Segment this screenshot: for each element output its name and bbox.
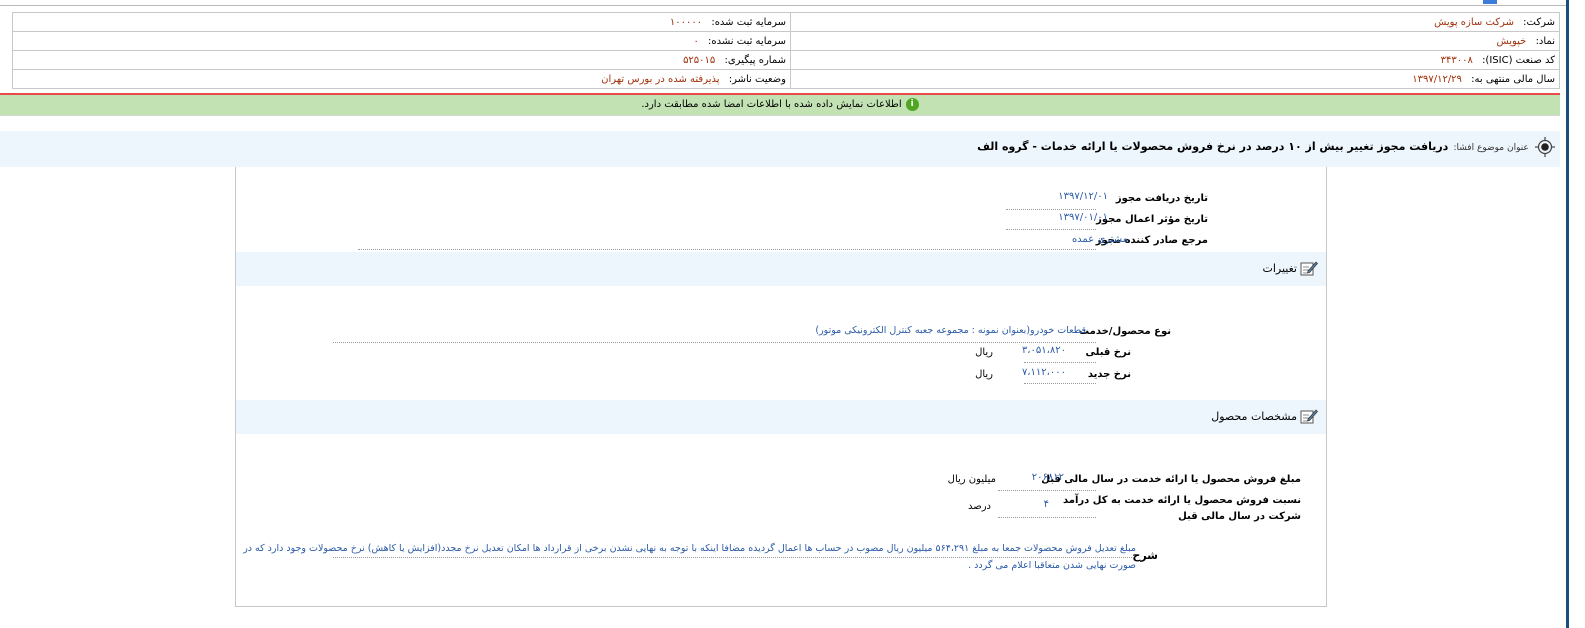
divider	[1006, 209, 1096, 210]
divider	[1006, 229, 1096, 230]
description-line-1: مبلغ تعدیل فروش محصولات جمعا به مبلغ ۵۶۴…	[243, 543, 1136, 554]
window-edge	[1566, 0, 1569, 628]
registered-capital-value: ۱۰۰۰۰۰	[669, 16, 703, 28]
changes-section-header: تغییرات	[236, 252, 1326, 286]
new-rate-value: ۷،۱۱۲،۰۰۰	[1021, 367, 1066, 378]
sales-ratio-row: نسبت فروش محصول یا ارائه خدمت به کل درآم…	[1063, 493, 1301, 525]
receive-date-value: ۱۳۹۷/۱۲/۰۱	[1058, 191, 1108, 202]
tracking-value: ۵۲۵۰۱۵	[683, 54, 716, 66]
unregistered-capital-label: سرمایه ثبت نشده:	[708, 35, 786, 47]
unregistered-capital-cell: سرمایه ثبت نشده: ۰	[12, 31, 791, 51]
tracking-label: شماره پیگیری:	[724, 54, 786, 66]
new-rate-label: نرخ جدید	[1087, 369, 1131, 380]
info-row: شرکت: شرکت سازه پویش سرمایه ثبت شده: ۱۰۰…	[12, 12, 1560, 32]
company-value: شرکت سازه پویش	[1434, 16, 1514, 28]
sales-amount-unit: میلیون ریال	[947, 474, 996, 485]
symbol-cell: نماد: خپویش	[790, 31, 1560, 51]
receive-date-row: تاریخ دریافت مجوز	[1116, 193, 1208, 204]
changes-title: تغییرات	[1262, 261, 1298, 275]
divider	[1024, 362, 1096, 363]
sales-ratio-label-line1: نسبت فروش محصول یا ارائه خدمت به کل درآم…	[1063, 495, 1301, 506]
publisher-status-cell: وضعیت ناشر: پذیرفته شده در بورس تهران	[12, 69, 791, 89]
sales-ratio-unit: درصد	[967, 501, 991, 512]
previous-rate-unit: ریال	[975, 347, 993, 358]
new-rate-row: نرخ جدید	[1088, 369, 1131, 380]
subject-header: عنوان موضوع افشا: دریافت مجوز تغییر بیش …	[0, 131, 1560, 167]
previous-rate-label: نرخ قبلی	[1085, 347, 1132, 358]
disclosure-content: تاریخ دریافت مجوز ۱۳۹۷/۱۲/۰۱ تاریخ مؤثر …	[235, 167, 1327, 607]
previous-rate-value: ۳،۰۵۱،۸۲۰	[1021, 345, 1066, 356]
company-cell: شرکت: شرکت سازه پویش	[790, 12, 1560, 32]
company-label: شرکت:	[1523, 16, 1555, 28]
effective-date-value: ۱۳۹۷/۰۱/۰۱	[1058, 212, 1108, 223]
sales-amount-value: ۲۰۶۸۱۲	[1031, 472, 1064, 483]
toolbar-tab-indicator[interactable]	[1483, 0, 1497, 4]
changes-title-wrap: تغییرات	[1263, 260, 1319, 276]
product-type-label: نوع محصول/خدمت	[1079, 326, 1171, 337]
isic-value: ۳۴۳۰۰۸	[1440, 54, 1473, 66]
info-row: سال مالی منتهی به: ۱۳۹۷/۱۲/۲۹ وضعیت ناشر…	[12, 69, 1560, 89]
fiscal-year-value: ۱۳۹۷/۱۲/۲۹	[1412, 73, 1462, 85]
product-type-value: قطعات خودرو(بعنوان نمونه : مجموعه جعبه ک…	[815, 325, 1086, 336]
verification-alert: iاطلاعات نمایش داده شده با اطلاعات امضا …	[0, 93, 1560, 116]
registered-capital-cell: سرمایه ثبت شده: ۱۰۰۰۰۰	[12, 12, 791, 32]
product-specs-title: مشخصات محصول	[1211, 409, 1297, 423]
divider	[333, 557, 1136, 558]
isic-cell: کد صنعت (ISIC): ۳۴۳۰۰۸	[790, 50, 1560, 70]
isic-label: کد صنعت (ISIC):	[1482, 54, 1555, 66]
sales-amount-row: مبلغ فروش محصول یا ارائه خدمت در سال مال…	[1041, 474, 1301, 485]
sales-ratio-label-line2: شرکت در سال مالی قبل	[1178, 511, 1301, 522]
company-info-table: شرکت: شرکت سازه پویش سرمایه ثبت شده: ۱۰۰…	[12, 12, 1560, 89]
previous-rate-row: نرخ قبلی	[1086, 347, 1132, 358]
top-toolbar	[0, 0, 1566, 6]
effective-date-label: تاریخ مؤثر اعمال مجوز	[1096, 214, 1208, 225]
info-row: کد صنعت (ISIC): ۳۴۳۰۰۸ شماره پیگیری: ۵۲۵…	[12, 50, 1560, 70]
symbol-value: خپویش	[1496, 35, 1527, 47]
symbol-label: نماد:	[1535, 35, 1555, 47]
divider	[998, 490, 1096, 491]
subject-title: دریافت مجوز تغییر بیش از ۱۰ درصد در نرخ …	[977, 140, 1449, 153]
divider	[333, 342, 1096, 343]
divider	[1024, 383, 1096, 384]
registered-capital-label: سرمایه ثبت شده:	[711, 16, 786, 28]
description-line-2: صورت نهایی شدن متعاقبا اعلام می گردد .	[968, 560, 1136, 571]
edit-icon	[1300, 260, 1318, 276]
product-specs-title-wrap: مشخصات محصول	[1211, 408, 1318, 424]
info-icon: i	[905, 97, 919, 111]
sales-amount-label: مبلغ فروش محصول یا ارائه خدمت در سال مال…	[1041, 474, 1301, 485]
new-rate-unit: ریال	[975, 369, 993, 380]
effective-date-row: تاریخ مؤثر اعمال مجوز	[1096, 214, 1208, 225]
description-label: شرح	[1132, 549, 1158, 562]
divider	[358, 249, 1096, 250]
publisher-status-label: وضعیت ناشر:	[728, 73, 786, 85]
fiscal-year-label: سال مالی منتهی به:	[1471, 73, 1555, 85]
fiscal-year-cell: سال مالی منتهی به: ۱۳۹۷/۱۲/۲۹	[790, 69, 1560, 89]
publisher-status-value: پذیرفته شده در بورس تهران	[601, 73, 720, 85]
product-specs-section-header: مشخصات محصول	[236, 400, 1326, 434]
tracking-cell: شماره پیگیری: ۵۲۵۰۱۵	[12, 50, 791, 70]
target-icon	[1534, 136, 1556, 158]
subject-label: عنوان موضوع افشا:	[1453, 143, 1529, 153]
receive-date-label: تاریخ دریافت مجوز	[1115, 193, 1208, 204]
divider	[998, 517, 1096, 518]
issuer-value: مشتری عمده	[1071, 234, 1128, 245]
edit-icon	[1300, 408, 1318, 424]
info-row: نماد: خپویش سرمایه ثبت نشده: ۰	[12, 31, 1560, 51]
product-type-row: نوع محصول/خدمت	[1079, 326, 1171, 337]
unregistered-capital-value: ۰	[693, 35, 699, 47]
alert-text: اطلاعات نمایش داده شده با اطلاعات امضا ش…	[641, 99, 902, 110]
sales-ratio-value: ۴	[1043, 499, 1049, 510]
